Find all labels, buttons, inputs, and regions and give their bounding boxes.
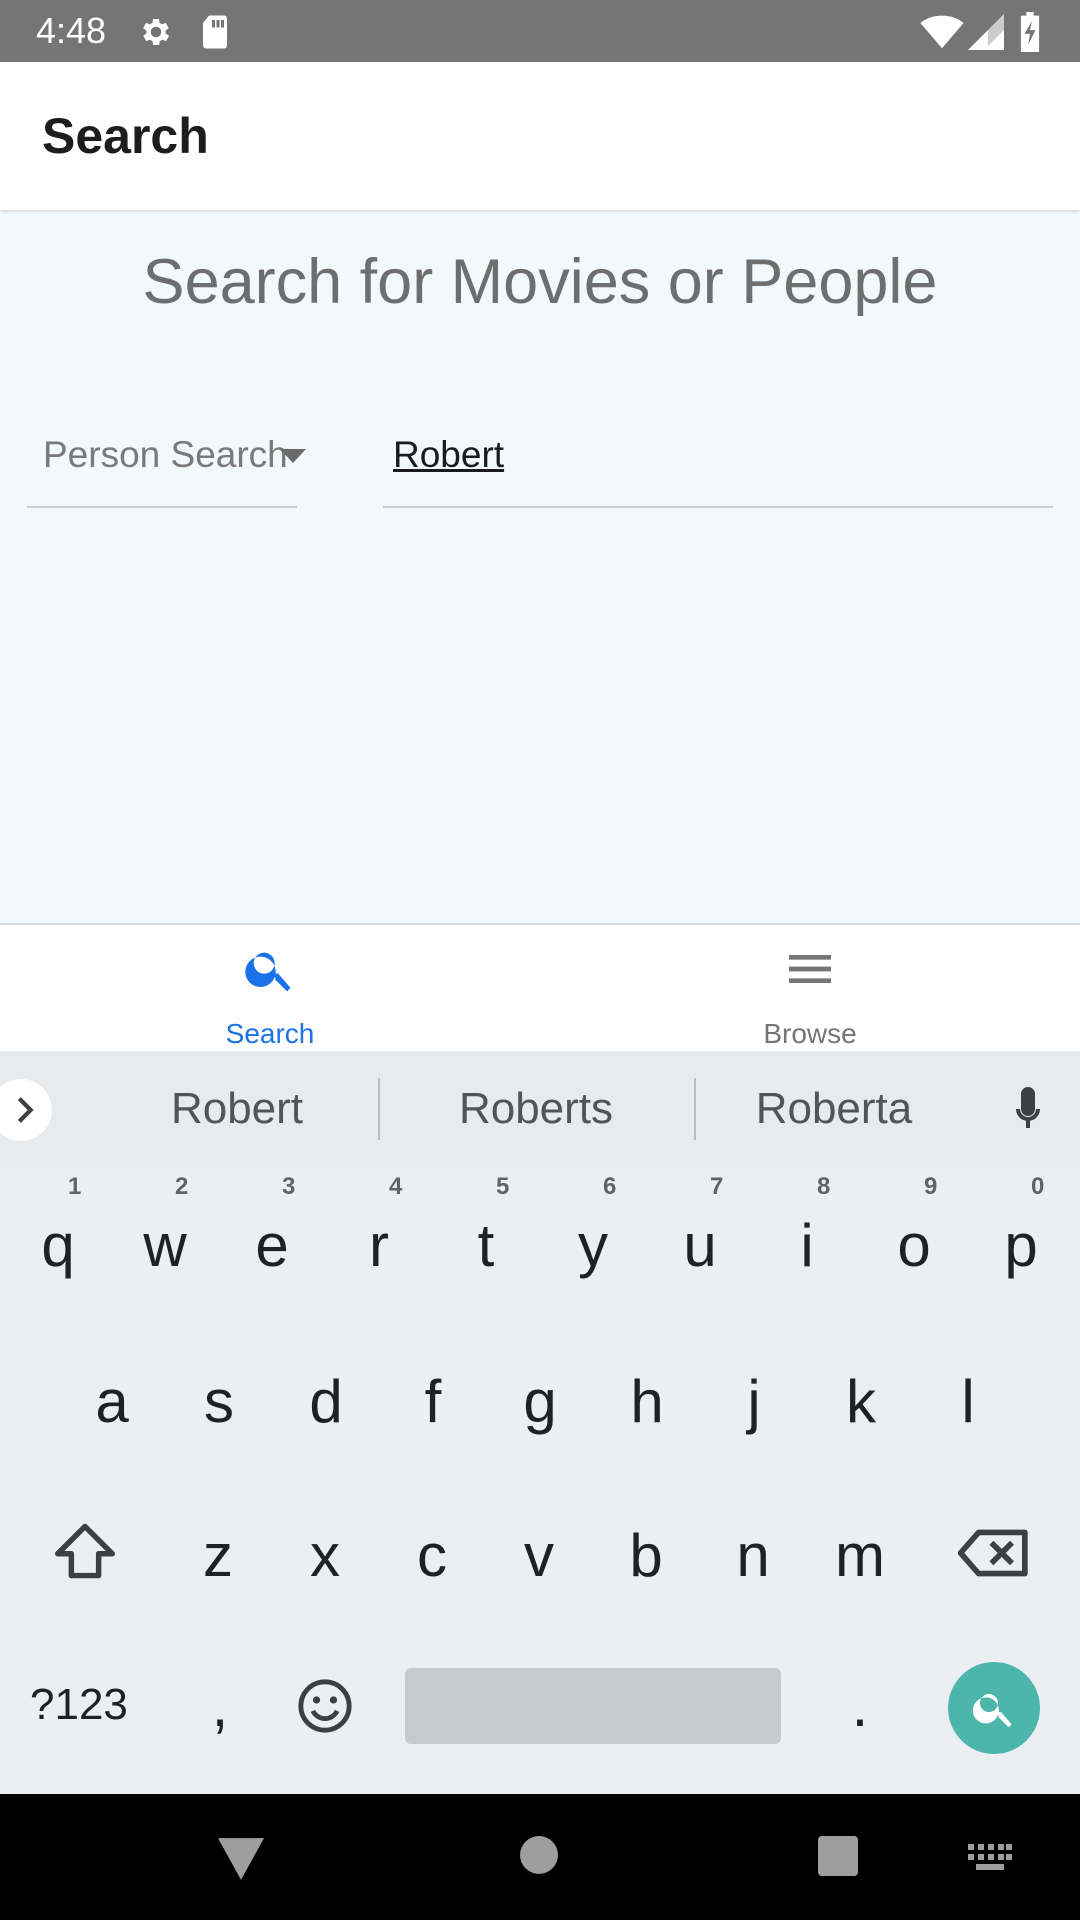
page-title: Search <box>42 108 209 164</box>
backspace-key-icon[interactable] <box>958 1527 1030 1579</box>
shift-key-icon[interactable] <box>52 1521 118 1581</box>
key-hint: 6 <box>603 1173 617 1200</box>
suggestion-divider <box>694 1078 696 1140</box>
search-icon <box>972 1694 1012 1728</box>
suggestion-strip: Robert Roberts Roberta <box>0 1051 1080 1168</box>
key-h[interactable]: h <box>607 1367 687 1437</box>
search-heading: Search for Movies or People <box>142 247 938 317</box>
key-k[interactable]: k <box>821 1367 901 1437</box>
key-hint: 9 <box>924 1173 938 1200</box>
tab-browse-label: Browse <box>763 1018 857 1049</box>
status-bar: 4:48 <box>0 0 1080 62</box>
key-m[interactable]: m <box>820 1521 900 1591</box>
key-l[interactable]: l <box>928 1367 1008 1437</box>
battery-charging-icon <box>1020 12 1040 52</box>
key-o[interactable]: o <box>874 1211 954 1281</box>
recents-square-icon[interactable] <box>818 1836 858 1876</box>
suggestion-divider <box>378 1078 380 1140</box>
key-hint: 3 <box>282 1173 296 1200</box>
key-b[interactable]: b <box>606 1521 686 1591</box>
key-i[interactable]: i <box>767 1211 847 1281</box>
period-key[interactable]: . <box>820 1671 900 1741</box>
sd-card-icon <box>203 15 227 49</box>
space-key[interactable] <box>405 1668 781 1744</box>
key-hint: 7 <box>710 1173 724 1200</box>
key-hint: 8 <box>817 1173 831 1200</box>
key-d[interactable]: d <box>286 1367 366 1437</box>
key-j[interactable]: j <box>714 1367 794 1437</box>
home-circle-icon[interactable] <box>520 1836 558 1874</box>
key-p[interactable]: p <box>981 1211 1061 1281</box>
key-v[interactable]: v <box>499 1521 579 1591</box>
key-q[interactable]: q <box>18 1211 98 1281</box>
key-n[interactable]: n <box>713 1521 793 1591</box>
app-bar: Search <box>0 62 1080 210</box>
status-time: 4:48 <box>36 10 107 51</box>
tab-search-label: Search <box>225 1018 315 1049</box>
cellular-signal-icon <box>968 14 1004 50</box>
key-t[interactable]: t <box>446 1211 526 1281</box>
menu-icon <box>789 955 831 983</box>
key-hint: 0 <box>1031 1173 1045 1200</box>
key-e[interactable]: e <box>232 1211 312 1281</box>
soft-keyboard: Robert Roberts Roberta ?123 , . q 1 w 2 e 3 r 4… <box>0 1051 1080 1794</box>
key-hint: 1 <box>68 1173 82 1200</box>
search-action-key[interactable] <box>948 1662 1040 1754</box>
settings-gear-icon <box>143 18 170 46</box>
wifi-icon <box>920 15 964 49</box>
suggestion-1[interactable]: Robert <box>117 1081 357 1137</box>
key-c[interactable]: c <box>392 1521 472 1591</box>
back-triangle-icon[interactable] <box>218 1838 264 1880</box>
key-u[interactable]: u <box>660 1211 740 1281</box>
key-r[interactable]: r <box>339 1211 419 1281</box>
key-hint: 4 <box>389 1173 403 1200</box>
keyboard-switch-icon[interactable] <box>968 1844 1012 1870</box>
key-x[interactable]: x <box>285 1521 365 1591</box>
symbols-key[interactable]: ?123 <box>30 1677 128 1733</box>
bottom-navigation: Search Browse <box>0 923 1080 1053</box>
search-input[interactable]: Robert <box>383 420 1053 508</box>
suggestion-3[interactable]: Roberta <box>714 1081 954 1137</box>
key-s[interactable]: s <box>179 1367 259 1437</box>
key-g[interactable]: g <box>500 1367 580 1437</box>
key-a[interactable]: a <box>72 1367 152 1437</box>
chevron-right-icon <box>17 1097 34 1123</box>
key-f[interactable]: f <box>393 1367 473 1437</box>
key-hint: 2 <box>175 1173 189 1200</box>
search-type-selected: Person Search <box>43 434 288 475</box>
microphone-icon[interactable] <box>1004 1083 1052 1137</box>
tab-browse[interactable]: Browse <box>700 925 920 1053</box>
key-w[interactable]: w <box>125 1211 205 1281</box>
system-navigation-bar <box>0 1794 1080 1920</box>
tab-search[interactable]: Search <box>160 925 380 1053</box>
comma-key[interactable]: , <box>180 1671 260 1741</box>
search-type-dropdown[interactable]: Person Search <box>27 420 297 508</box>
expand-suggestions-button[interactable] <box>0 1079 52 1141</box>
key-z[interactable]: z <box>178 1521 258 1591</box>
emoji-key-icon[interactable] <box>296 1677 354 1735</box>
dropdown-arrow-icon[interactable] <box>280 449 306 463</box>
suggestion-2[interactable]: Roberts <box>416 1081 656 1137</box>
key-hint: 5 <box>496 1173 510 1200</box>
key-y[interactable]: y <box>553 1211 633 1281</box>
search-icon <box>245 952 291 992</box>
search-input-value: Robert <box>393 434 505 475</box>
